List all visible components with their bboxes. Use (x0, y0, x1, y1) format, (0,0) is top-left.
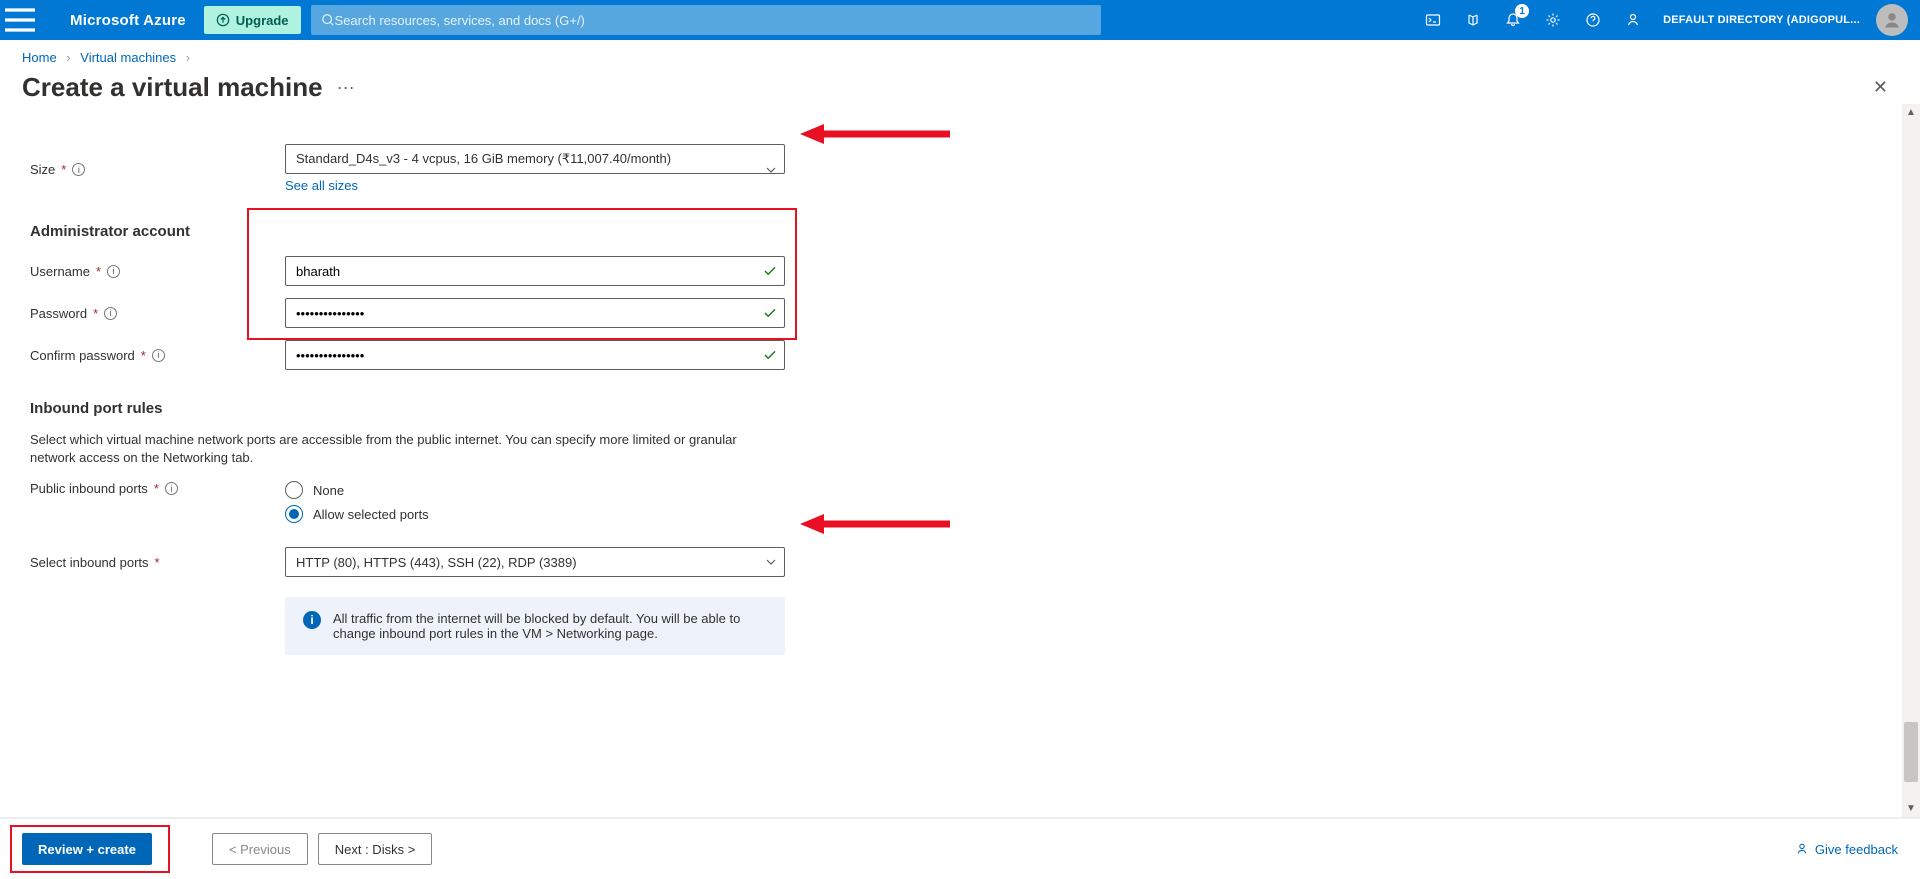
feedback-icon[interactable] (1613, 0, 1653, 40)
radio-none[interactable]: None (285, 481, 785, 499)
password-input[interactable] (285, 298, 785, 328)
chevron-down-icon (765, 556, 777, 568)
valid-check-icon (763, 348, 777, 362)
vertical-scrollbar[interactable]: ▲ ▼ (1902, 104, 1920, 817)
radio-allow-label: Allow selected ports (313, 507, 429, 522)
scroll-up-icon[interactable]: ▲ (1906, 104, 1916, 121)
confirm-password-input[interactable] (285, 340, 785, 370)
select-inbound-ports-dropdown[interactable]: HTTP (80), HTTPS (443), SSH (22), RDP (3… (285, 547, 785, 577)
breadcrumb-home[interactable]: Home (22, 50, 57, 65)
upgrade-button[interactable]: Upgrade (204, 6, 301, 34)
more-options-button[interactable]: ··· (337, 77, 355, 98)
required-indicator: * (155, 555, 160, 570)
wizard-footer: Review + create < Previous Next : Disks … (0, 817, 1920, 879)
search-icon (321, 13, 335, 27)
size-label: Size (30, 162, 55, 177)
chevron-down-icon (765, 164, 777, 176)
radio-allow-selected[interactable]: Allow selected ports (285, 505, 785, 523)
radio-icon (285, 505, 303, 523)
info-icon[interactable]: i (104, 307, 117, 320)
username-input[interactable] (285, 256, 785, 286)
breadcrumb-vm[interactable]: Virtual machines (80, 50, 176, 65)
upgrade-label: Upgrade (236, 13, 289, 28)
user-avatar[interactable] (1876, 4, 1908, 36)
valid-check-icon (763, 264, 777, 278)
settings-icon[interactable] (1533, 0, 1573, 40)
search-input[interactable] (335, 13, 1091, 28)
select-inbound-ports-value: HTTP (80), HTTPS (443), SSH (22), RDP (3… (296, 555, 577, 570)
page-title: Create a virtual machine (22, 72, 323, 103)
top-header: Microsoft Azure Upgrade 1 DEFAULT DIRECT… (0, 0, 1920, 40)
tenant-label[interactable]: DEFAULT DIRECTORY (ADIGOPUL... (1653, 14, 1870, 26)
required-indicator: * (96, 264, 101, 279)
cloud-shell-icon[interactable] (1413, 0, 1453, 40)
inbound-port-rules-heading: Inbound port rules (30, 400, 1880, 417)
inbound-port-rules-description: Select which virtual machine network por… (30, 431, 760, 467)
form-content: Size * i Standard_D4s_v3 - 4 vcpus, 16 G… (0, 104, 1902, 817)
required-indicator: * (141, 348, 146, 363)
info-icon[interactable]: i (107, 265, 120, 278)
username-label: Username (30, 264, 90, 279)
brand-label[interactable]: Microsoft Azure (40, 12, 200, 29)
scroll-down-icon[interactable]: ▼ (1906, 800, 1916, 817)
help-icon[interactable] (1573, 0, 1613, 40)
valid-check-icon (763, 306, 777, 320)
hamburger-icon[interactable] (0, 0, 40, 40)
required-indicator: * (154, 481, 159, 496)
info-icon[interactable]: i (165, 482, 178, 495)
give-feedback-label: Give feedback (1815, 842, 1898, 857)
password-label: Password (30, 306, 87, 321)
public-inbound-ports-label: Public inbound ports (30, 481, 148, 496)
scrollbar-thumb[interactable] (1904, 722, 1918, 782)
info-callout: i All traffic from the internet will be … (285, 597, 785, 655)
give-feedback-link[interactable]: Give feedback (1795, 842, 1898, 857)
previous-button[interactable]: < Previous (212, 833, 308, 865)
size-dropdown[interactable]: Standard_D4s_v3 - 4 vcpus, 16 GiB memory… (285, 144, 785, 174)
admin-account-heading: Administrator account (30, 223, 1880, 240)
required-indicator: * (61, 162, 66, 177)
chevron-right-icon: › (180, 50, 196, 65)
global-search[interactable] (311, 5, 1101, 35)
see-all-sizes-link[interactable]: See all sizes (285, 178, 358, 193)
next-disks-button[interactable]: Next : Disks > (318, 833, 433, 865)
info-icon: i (303, 611, 321, 629)
select-inbound-ports-label: Select inbound ports (30, 555, 149, 570)
notification-badge: 1 (1515, 4, 1529, 18)
info-icon[interactable]: i (72, 163, 85, 176)
feedback-icon (1795, 842, 1809, 856)
info-icon[interactable]: i (152, 349, 165, 362)
notifications-icon[interactable]: 1 (1493, 0, 1533, 40)
chevron-right-icon: › (60, 50, 76, 65)
breadcrumb: Home › Virtual machines › (22, 50, 1898, 65)
size-value: Standard_D4s_v3 - 4 vcpus, 16 GiB memory… (296, 151, 671, 167)
directories-icon[interactable] (1453, 0, 1493, 40)
radio-none-label: None (313, 483, 344, 498)
review-create-button[interactable]: Review + create (22, 833, 152, 865)
radio-icon (285, 481, 303, 499)
required-indicator: * (93, 306, 98, 321)
confirm-password-label: Confirm password (30, 348, 135, 363)
info-callout-text: All traffic from the internet will be bl… (333, 611, 767, 641)
close-blade-button[interactable]: ✕ (1863, 71, 1898, 104)
